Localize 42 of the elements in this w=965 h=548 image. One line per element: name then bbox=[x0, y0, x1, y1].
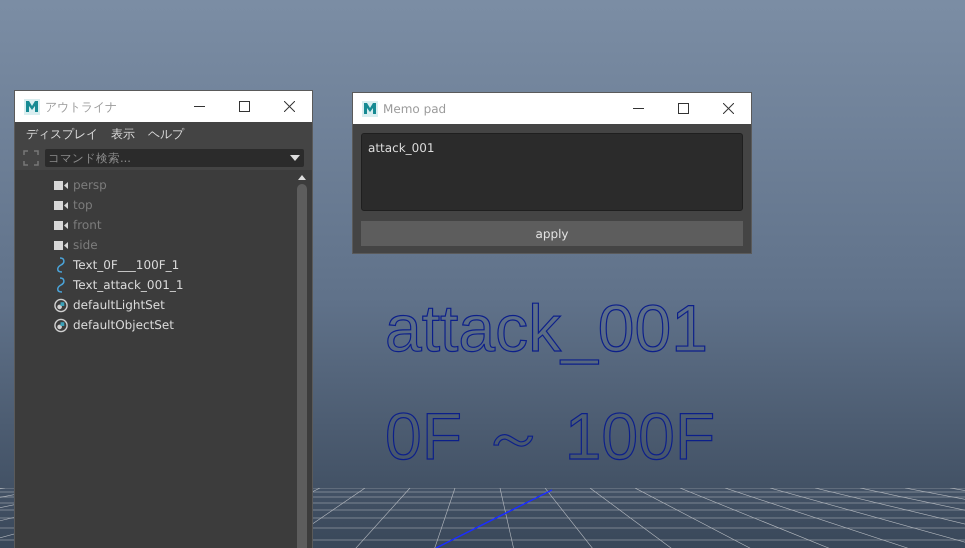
scroll-up-arrow-icon[interactable] bbox=[298, 175, 306, 180]
outliner-item[interactable]: defaultLightSet bbox=[15, 295, 296, 315]
maximize-icon bbox=[239, 101, 250, 112]
menu-item[interactable]: ディスプレイ bbox=[26, 125, 98, 143]
item-label: defaultObjectSet bbox=[73, 317, 174, 334]
camera-icon bbox=[54, 240, 68, 250]
outliner-item[interactable]: Text_0F___100F_1 bbox=[15, 255, 296, 275]
selection-frame-icon bbox=[23, 150, 39, 166]
scrollbar-thumb[interactable] bbox=[297, 184, 307, 548]
set-icon bbox=[54, 298, 68, 312]
minimize-icon bbox=[633, 108, 644, 109]
close-icon bbox=[284, 101, 295, 112]
item-label: defaultLightSet bbox=[73, 297, 165, 314]
set-icon bbox=[54, 318, 68, 332]
item-label: Text_0F___100F_1 bbox=[73, 257, 180, 274]
item-label: Text_attack_001_1 bbox=[73, 277, 184, 294]
viewport-3d-text: 0F ～ 100F bbox=[385, 398, 716, 475]
search-field[interactable]: コマンド検索... bbox=[45, 149, 304, 167]
menu-item[interactable]: 表示 bbox=[111, 125, 135, 143]
apply-button[interactable]: apply bbox=[361, 221, 743, 246]
window-title: Memo pad bbox=[383, 100, 446, 118]
item-label: persp bbox=[73, 177, 107, 194]
viewport-3d-text: attack_001 bbox=[385, 290, 709, 367]
item-label: top bbox=[73, 197, 93, 214]
minimize-icon bbox=[194, 106, 205, 107]
app-logo-icon bbox=[362, 100, 378, 116]
item-label: front bbox=[73, 217, 102, 234]
outliner-item[interactable]: defaultObjectSet bbox=[15, 315, 296, 335]
dropdown-arrow-icon[interactable] bbox=[290, 155, 300, 161]
camera-icon bbox=[54, 220, 68, 230]
outliner-item[interactable]: Text_attack_001_1 bbox=[15, 275, 296, 295]
maximize-icon bbox=[678, 103, 689, 114]
curve-icon bbox=[56, 277, 66, 293]
close-icon bbox=[723, 103, 734, 114]
item-label: side bbox=[73, 237, 98, 254]
menu-item[interactable]: ヘルプ bbox=[148, 125, 184, 143]
window-title: アウトライナ bbox=[45, 98, 117, 116]
camera-icon bbox=[54, 200, 68, 210]
curve-icon bbox=[56, 257, 66, 273]
camera-icon bbox=[54, 180, 68, 190]
app-logo-icon bbox=[24, 98, 40, 114]
memo-text-area[interactable]: attack_001 bbox=[361, 133, 743, 211]
